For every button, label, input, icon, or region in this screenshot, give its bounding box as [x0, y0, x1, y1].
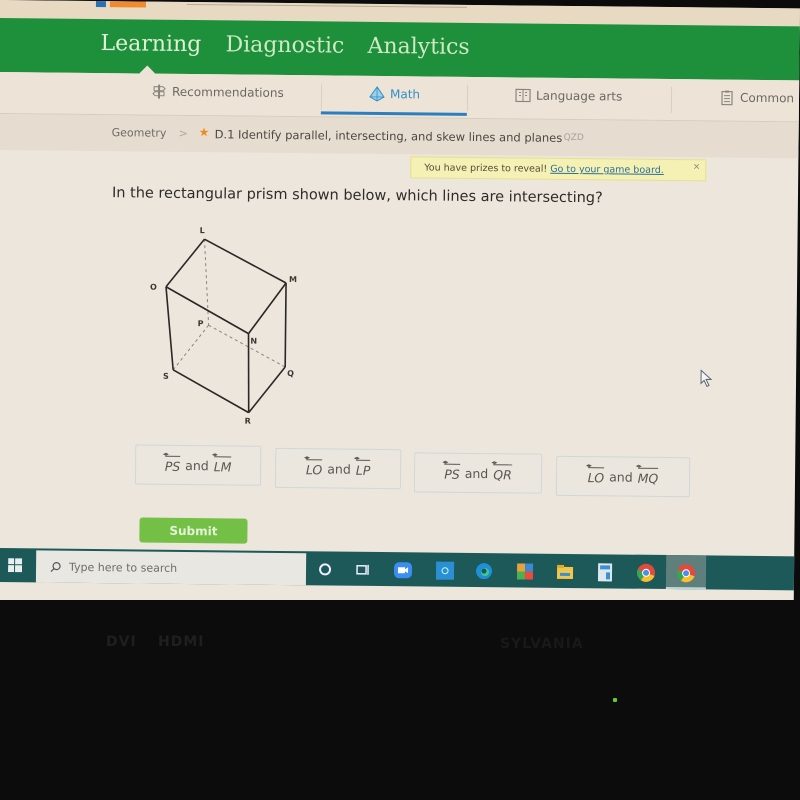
- subnav-label: Language arts: [535, 88, 623, 104]
- vertex-label-n: N: [250, 337, 257, 346]
- windows-logo-icon: [8, 558, 23, 573]
- edge-pq: [208, 324, 286, 368]
- zoom-icon[interactable]: [392, 559, 414, 581]
- start-button[interactable]: [0, 548, 36, 582]
- nav-tab-diagnostic[interactable]: Diagnostic: [225, 32, 344, 58]
- main-nav-bar: Learning Diagnostic Analytics: [0, 17, 800, 81]
- subnav-label: Recommendations: [171, 84, 284, 100]
- star-icon: ★: [198, 125, 210, 140]
- subnav-math[interactable]: Math: [369, 86, 420, 103]
- conjunction: and: [327, 460, 351, 477]
- conjunction: and: [609, 468, 633, 485]
- subnav-common-core[interactable]: Common: [719, 90, 794, 107]
- brand-label: SYLVANIA: [500, 636, 584, 652]
- breadcrumb: Geometry > ★ D.1 Identify parallel, inte…: [0, 113, 800, 159]
- close-icon[interactable]: ×: [693, 162, 701, 172]
- monitor-bezel: DVI HDMI SYLVANIA: [0, 600, 800, 800]
- vertex-label-p: P: [198, 319, 204, 328]
- divider: [466, 84, 469, 111]
- line-symbol: LO: [306, 459, 323, 477]
- vertex-label-l: L: [200, 226, 205, 235]
- subnav-recommendations[interactable]: Recommendations: [151, 84, 284, 101]
- prize-text: You have prizes to reveal!: [424, 162, 551, 175]
- edge-mn: [247, 282, 287, 335]
- answer-choice[interactable]: LO and LP: [274, 447, 402, 490]
- edge-mq: [284, 283, 287, 368]
- search-placeholder: Type here to search: [69, 560, 178, 575]
- edge-lo: [165, 238, 206, 288]
- divider: [320, 83, 323, 110]
- store-icon[interactable]: [434, 560, 456, 582]
- book-icon: [515, 88, 531, 103]
- pyramid-icon: [369, 86, 385, 102]
- edge-lm: [204, 238, 287, 284]
- line-symbol: LP: [356, 460, 371, 478]
- mouse-cursor-icon: [700, 369, 713, 388]
- power-led: [613, 698, 617, 702]
- chrome-icon[interactable]: [635, 562, 657, 584]
- vertex-label-q: Q: [287, 369, 294, 378]
- prism-figure: L M N O P Q R S: [135, 216, 317, 433]
- site-search-field[interactable]: [186, 3, 467, 8]
- cortana-icon[interactable]: [314, 558, 336, 580]
- active-subnav-underline: [320, 111, 467, 116]
- screen: Learning Diagnostic Analytics Recommenda…: [0, 0, 800, 609]
- prize-banner: You have prizes to reveal! Go to your ga…: [410, 156, 707, 182]
- search-icon: [50, 561, 61, 572]
- game-board-link[interactable]: Go to your game board.: [550, 164, 664, 176]
- conjunction: and: [185, 457, 209, 473]
- nav-tab-analytics[interactable]: Analytics: [367, 34, 469, 60]
- edge-sr: [172, 369, 250, 414]
- file-explorer-icon[interactable]: [554, 561, 576, 583]
- line-symbol: PS: [165, 456, 181, 474]
- line-symbol: QR: [493, 464, 512, 482]
- vertex-label-o: O: [150, 283, 157, 292]
- answer-choice[interactable]: LO and MQ: [555, 455, 691, 498]
- clipboard-icon: [721, 90, 733, 106]
- active-tab-caret: [139, 65, 156, 74]
- divider: [670, 87, 673, 114]
- answer-choice[interactable]: PS and QR: [413, 452, 543, 494]
- edge-os: [165, 286, 174, 370]
- answer-choice[interactable]: PS and LM: [134, 444, 262, 486]
- skill-title: D.1 Identify parallel, intersecting, and…: [214, 127, 563, 145]
- submit-button[interactable]: Submit: [139, 517, 248, 544]
- vertex-label-r: R: [245, 417, 251, 426]
- skill-code: QZD: [563, 132, 584, 144]
- windows-taskbar: Type here to search: [0, 547, 800, 591]
- vertex-label-s: S: [163, 372, 169, 381]
- edge-nr: [247, 333, 250, 413]
- subnav-language-arts[interactable]: Language arts: [515, 87, 622, 104]
- edge-lp: [204, 239, 210, 326]
- subnav-label: Math: [389, 87, 421, 102]
- chrome-active-icon[interactable]: [675, 562, 697, 584]
- edge-ps: [172, 324, 209, 371]
- calculator-icon[interactable]: [594, 561, 616, 583]
- line-symbol: MQ: [638, 468, 659, 486]
- dvi-label: DVI: [106, 634, 137, 650]
- subnav-label: Common: [739, 90, 795, 106]
- breadcrumb-separator: >: [178, 126, 188, 140]
- line-symbol: PS: [444, 464, 460, 482]
- hdmi-label: HDMI: [158, 634, 205, 650]
- conjunction: and: [464, 465, 489, 481]
- task-view-icon[interactable]: [352, 559, 374, 581]
- nav-tab-learning[interactable]: Learning: [100, 31, 201, 57]
- line-symbol: LO: [588, 467, 605, 485]
- vertex-label-m: M: [289, 275, 297, 284]
- taskbar-search-input[interactable]: Type here to search: [35, 550, 307, 586]
- edge-qr: [248, 366, 286, 414]
- signpost-icon: [152, 84, 166, 99]
- edge-icon[interactable]: [473, 560, 495, 582]
- question-prompt: In the rectangular prism shown below, wh…: [111, 185, 603, 207]
- site-logo[interactable]: [95, 1, 148, 8]
- breadcrumb-geometry[interactable]: Geometry: [112, 126, 167, 140]
- line-symbol: LM: [214, 456, 232, 474]
- office-icon[interactable]: [514, 560, 536, 582]
